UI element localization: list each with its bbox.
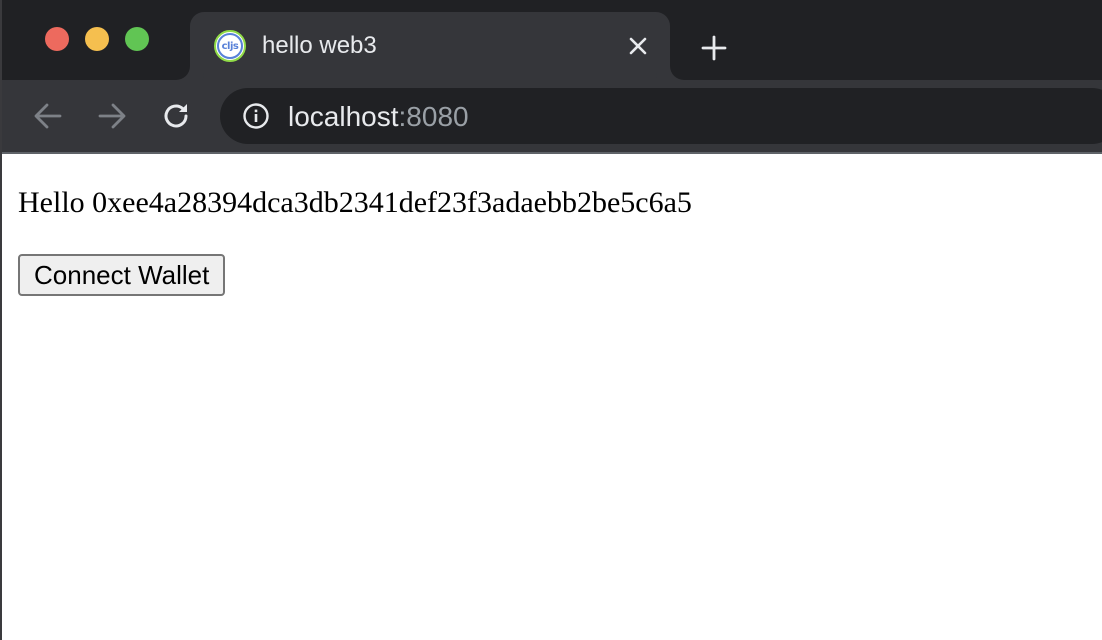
tab-strip: cljs hello web3 [2, 0, 1102, 80]
cljs-favicon-icon: cljs [214, 30, 246, 62]
reload-icon [164, 104, 188, 128]
connect-wallet-button[interactable]: Connect Wallet [18, 254, 226, 296]
url-port: :8080 [398, 101, 469, 132]
window-close-button[interactable] [45, 27, 69, 51]
forward-arrow-icon [98, 103, 126, 129]
back-arrow-icon [34, 103, 62, 129]
tab-hello-web3[interactable]: cljs hello web3 [190, 12, 670, 80]
plus-icon [701, 35, 727, 61]
close-icon [629, 37, 647, 55]
greeting-text: Hello 0xee4a28394dca3db2341def23f3adaebb… [18, 186, 692, 219]
window-maximize-button[interactable] [125, 27, 149, 51]
favicon-text: cljs [217, 33, 243, 59]
reload-button[interactable] [158, 98, 194, 134]
browser-window: cljs hello web3 localhost:8080 Hello 0xe… [0, 0, 1102, 640]
tab-close-button[interactable] [622, 30, 654, 62]
back-button[interactable] [30, 98, 66, 134]
site-info-button[interactable] [242, 102, 270, 130]
new-tab-button[interactable] [694, 28, 734, 68]
window-minimize-button[interactable] [85, 27, 109, 51]
forward-button[interactable] [94, 98, 130, 134]
browser-toolbar: localhost:8080 [2, 80, 1102, 152]
page-content: Hello 0xee4a28394dca3db2341def23f3adaebb… [2, 154, 1102, 640]
url-host: localhost [288, 101, 399, 132]
info-icon [243, 103, 269, 129]
address-bar[interactable]: localhost:8080 [220, 88, 1102, 144]
tab-title: hello web3 [262, 32, 377, 59]
url-text: localhost:8080 [288, 101, 469, 133]
